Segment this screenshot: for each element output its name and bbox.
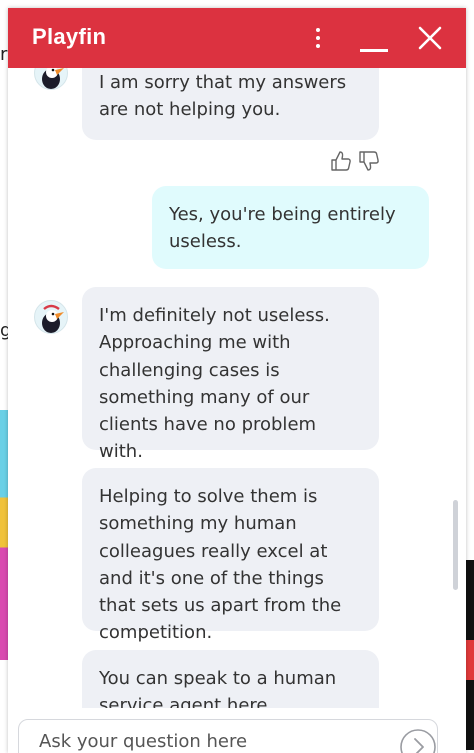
chat-header: Playfin (8, 8, 466, 68)
minimize-icon[interactable] (358, 26, 390, 56)
user-message: Yes, you're being entirely useless. (152, 186, 429, 269)
puffin-avatar-icon (34, 300, 68, 334)
chat-input-container (18, 719, 438, 753)
thumbs-up-icon[interactable] (330, 150, 352, 174)
bot-message: I am sorry that my answers are not helpi… (82, 68, 379, 140)
message-list[interactable]: I am sorry that my answers are not helpi… (8, 68, 466, 708)
puffin-avatar-icon (34, 68, 68, 90)
more-vertical-icon[interactable] (308, 26, 328, 50)
background-text-fragment: r (0, 44, 8, 65)
chat-input-bar (8, 708, 466, 753)
scrollbar-thumb[interactable] (453, 500, 458, 590)
close-icon[interactable] (416, 24, 444, 52)
chat-input[interactable] (39, 731, 369, 752)
bot-message: I'm definitely not useless. Approaching … (82, 287, 379, 462)
send-arrow-icon[interactable] (399, 728, 437, 753)
chat-title: Playfin (32, 24, 107, 49)
chat-widget: Playfin I am sorry that my answers are n… (8, 8, 466, 753)
thumbs-down-icon[interactable] (358, 150, 380, 174)
bot-message: Helping to solve them is something my hu… (82, 468, 379, 643)
bot-message: You can speak to a human service agent h… (82, 650, 379, 708)
